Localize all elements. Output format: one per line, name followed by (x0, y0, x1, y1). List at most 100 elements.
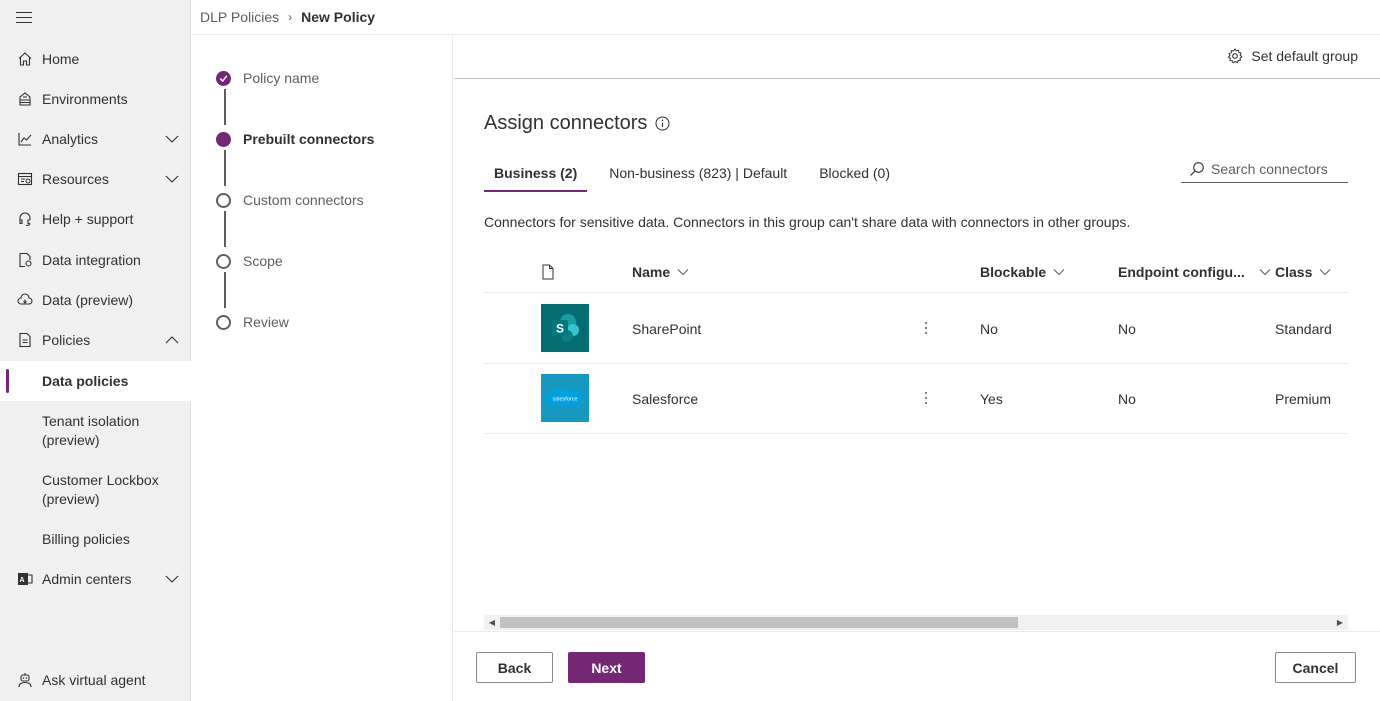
left-nav: Home Environments Analytics Resources He… (0, 0, 191, 701)
logo-text: salesforce (552, 397, 577, 403)
set-default-group-button[interactable]: Set default group (1227, 48, 1358, 64)
step-label: Custom connectors (243, 192, 364, 208)
nav-sub-tenant-isolation[interactable]: Tenant isolation (preview) (0, 401, 191, 460)
nav-label: Analytics (42, 131, 99, 147)
nav-sub-label: Customer Lockbox (preview) (42, 471, 159, 507)
search-connectors-input[interactable] (1211, 160, 1341, 177)
column-header-blockable[interactable]: Blockable (980, 264, 1065, 280)
step-custom-connectors[interactable]: Custom connectors (216, 190, 364, 210)
policies-icon (16, 331, 34, 349)
nav-item-ask-virtual-agent[interactable]: Ask virtual agent (0, 660, 191, 700)
column-header-label: Blockable (980, 264, 1047, 280)
step-label: Scope (243, 253, 283, 269)
column-header-label: Endpoint configu... (1118, 264, 1245, 280)
nav-item-home[interactable]: Home (0, 39, 191, 79)
set-default-group-label: Set default group (1251, 48, 1358, 64)
tab-blocked[interactable]: Blocked (0) (809, 160, 900, 194)
step-connector (224, 150, 226, 186)
step-review[interactable]: Review (216, 312, 289, 332)
chevron-right-icon: › (288, 10, 293, 24)
nav-label: Admin centers (42, 571, 132, 587)
nav-sub-billing-policies[interactable]: Billing policies (0, 519, 191, 559)
next-button[interactable]: Next (568, 652, 645, 683)
step-connector (224, 211, 226, 247)
step-prebuilt-connectors[interactable]: Prebuilt connectors (216, 129, 374, 149)
step-circle-icon (216, 314, 231, 330)
chevron-down-icon[interactable] (165, 572, 179, 586)
chevron-down-icon (1259, 269, 1271, 276)
group-description: Connectors for sensitive data. Connector… (484, 214, 1131, 230)
tab-business[interactable]: Business (2) (484, 160, 588, 194)
more-options-icon[interactable] (922, 320, 930, 336)
table-row[interactable]: salesforce Salesforce Yes No Premium (484, 364, 1348, 434)
nav-label: Data integration (42, 252, 141, 268)
scroll-right-icon[interactable]: ▶ (1335, 618, 1345, 628)
search-icon (1190, 161, 1204, 176)
step-connector (224, 272, 226, 308)
chevron-down-icon[interactable] (165, 132, 179, 146)
class-value: Premium (1275, 391, 1332, 407)
step-scope[interactable]: Scope (216, 251, 283, 271)
current-step-icon (216, 131, 231, 147)
info-icon[interactable] (655, 116, 670, 131)
step-label: Policy name (243, 70, 320, 86)
column-header-name[interactable]: Name (632, 264, 689, 280)
chevron-down-icon[interactable] (165, 172, 179, 186)
wizard-steps: Policy name Prebuilt connectors Custom c… (192, 35, 453, 701)
gear-icon (1228, 48, 1243, 64)
endpoint-value: No (1118, 321, 1136, 337)
breadcrumb-current: New Policy (301, 9, 376, 25)
breadcrumb: DLP Policies › New Policy (200, 8, 375, 26)
nav-item-resources[interactable]: Resources (0, 159, 191, 199)
nav-sub-customer-lockbox[interactable]: Customer Lockbox (preview) (0, 460, 191, 519)
blockable-value: No (980, 321, 998, 337)
step-circle-icon (216, 253, 231, 269)
salesforce-logo-icon: salesforce (541, 374, 589, 422)
back-button[interactable]: Back (476, 652, 553, 683)
breadcrumb-parent[interactable]: DLP Policies (200, 9, 279, 25)
scroll-left-icon[interactable]: ◀ (487, 618, 497, 628)
page-title-text: Assign connectors (484, 112, 648, 134)
nav-sub-data-policies[interactable]: Data policies (0, 361, 191, 401)
environments-icon (16, 90, 34, 108)
table-header: Name Blockable Endpoint configu... Class (484, 254, 1348, 293)
nav-item-policies[interactable]: Policies (0, 320, 191, 360)
home-icon (16, 50, 34, 68)
column-header-class[interactable]: Class (1275, 264, 1331, 280)
nav-sub-label: Data policies (42, 372, 129, 389)
hamburger-menu-icon[interactable] (16, 12, 32, 26)
chevron-up-icon[interactable] (165, 333, 179, 347)
more-options-icon[interactable] (922, 390, 930, 406)
cloud-data-icon (16, 291, 34, 309)
chevron-down-icon (1053, 269, 1065, 276)
nav-label: Home (42, 51, 80, 67)
analytics-icon (16, 130, 34, 148)
nav-item-analytics[interactable]: Analytics (0, 119, 191, 159)
cancel-button[interactable]: Cancel (1275, 652, 1356, 683)
nav-sub-label: Billing policies (42, 530, 130, 547)
step-label: Review (243, 314, 289, 330)
nav-label: Resources (42, 171, 109, 187)
nav-item-environments[interactable]: Environments (0, 79, 191, 119)
nav-label: Policies (42, 332, 91, 348)
search-box (1181, 155, 1348, 183)
nav-label: Ask virtual agent (42, 672, 146, 688)
table-row[interactable]: S SharePoint No No Standard (484, 294, 1348, 364)
step-policy-name[interactable]: Policy name (216, 68, 319, 88)
headset-icon (16, 210, 34, 228)
nav-item-admin-centers[interactable]: A Admin centers (0, 559, 191, 599)
nav-item-data-preview[interactable]: Data (preview) (0, 280, 191, 320)
resources-icon (16, 170, 34, 188)
page-title: Assign connectors (484, 112, 670, 135)
footer-divider (454, 631, 1380, 632)
tab-non-business[interactable]: Non-business (823) | Default (599, 160, 797, 194)
check-icon (216, 70, 231, 86)
nav-item-help-support[interactable]: Help + support (0, 199, 191, 239)
column-header-endpoint[interactable]: Endpoint configu... (1118, 264, 1271, 280)
admin-centers-icon: A (16, 570, 34, 588)
scrollbar-thumb[interactable] (500, 617, 1018, 628)
horizontal-scrollbar[interactable]: ◀ ▶ (484, 615, 1348, 630)
nav-item-data-integration[interactable]: Data integration (0, 240, 191, 280)
blockable-value: Yes (980, 391, 1003, 407)
step-connector (224, 89, 226, 125)
